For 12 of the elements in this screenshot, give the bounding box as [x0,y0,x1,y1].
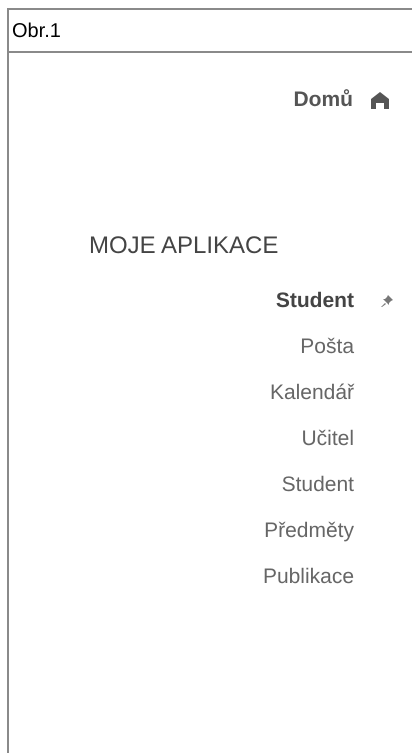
app-link[interactable]: Pošta [300,331,354,363]
app-link[interactable]: Předměty [264,515,354,547]
app-link[interactable]: Kalendář [270,377,354,409]
app-link[interactable]: Student [276,285,354,317]
app-link[interactable]: Publikace [262,561,354,593]
section-heading: MOJE APLIKACE [88,231,280,261]
figure-caption: Obr.1 [12,18,61,44]
home-link[interactable]: Domů [294,84,353,116]
app-link[interactable]: Učitel [301,423,354,455]
home-icon [370,91,390,109]
app-link[interactable]: Student [282,469,354,501]
pin-icon[interactable] [380,294,394,308]
